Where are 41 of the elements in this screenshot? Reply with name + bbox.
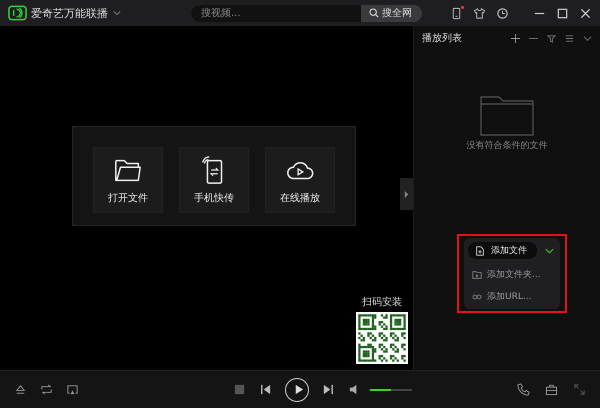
- triangle-right-icon: [404, 190, 409, 198]
- toolbox-icon[interactable]: [545, 383, 558, 396]
- qr-code-drawing: [356, 312, 408, 364]
- empty-message: 没有符合条件的文件: [466, 140, 548, 152]
- empty-folder-icon: [480, 96, 534, 136]
- search-icon: [369, 8, 379, 18]
- previous-icon[interactable]: [259, 383, 272, 396]
- eject-icon[interactable]: [14, 383, 27, 396]
- list-icon[interactable]: [565, 34, 574, 42]
- maximize-icon[interactable]: [556, 6, 569, 20]
- search-field[interactable]: 搜视频...: [191, 4, 361, 22]
- menu-item[interactable]: 添加URL...: [468, 290, 556, 303]
- collapse-tab[interactable]: [400, 178, 413, 210]
- phone-call-icon[interactable]: [517, 383, 530, 396]
- quick-action-button[interactable]: 在线播放: [265, 146, 335, 212]
- repeat-icon[interactable]: [40, 383, 53, 396]
- clock-icon[interactable]: [496, 6, 509, 20]
- play-button[interactable]: [285, 378, 309, 402]
- close-icon[interactable]: [579, 6, 592, 20]
- app-title: 爱奇艺万能联播: [31, 6, 108, 20]
- fullscreen-icon[interactable]: [573, 383, 586, 396]
- folder-icon: [472, 270, 482, 280]
- add-icon[interactable]: [511, 34, 520, 42]
- filter-icon[interactable]: [547, 34, 556, 42]
- quick-action-button[interactable]: 打开文件: [93, 146, 163, 212]
- file-add-icon: [475, 246, 485, 256]
- quick-action-button[interactable]: 手机快传: [179, 146, 249, 212]
- phone-icon[interactable]: [450, 6, 463, 20]
- qr-label: 扫码安装: [362, 296, 402, 309]
- logo-icon: [8, 5, 27, 21]
- chevron-down-icon[interactable]: [545, 248, 554, 254]
- shirt-icon[interactable]: [473, 6, 486, 20]
- add-file-button[interactable]: 添加文件: [468, 242, 537, 259]
- screen-cast-icon[interactable]: [66, 383, 79, 396]
- next-icon[interactable]: [322, 383, 335, 396]
- link-icon: [472, 292, 482, 302]
- chevron-down-icon[interactable]: [113, 10, 121, 16]
- menu-item[interactable]: 添加文件夹...: [468, 268, 556, 281]
- playlist-title: 播放列表: [422, 32, 462, 45]
- chevron-down-icon[interactable]: [583, 34, 592, 42]
- stop-icon[interactable]: [233, 383, 246, 396]
